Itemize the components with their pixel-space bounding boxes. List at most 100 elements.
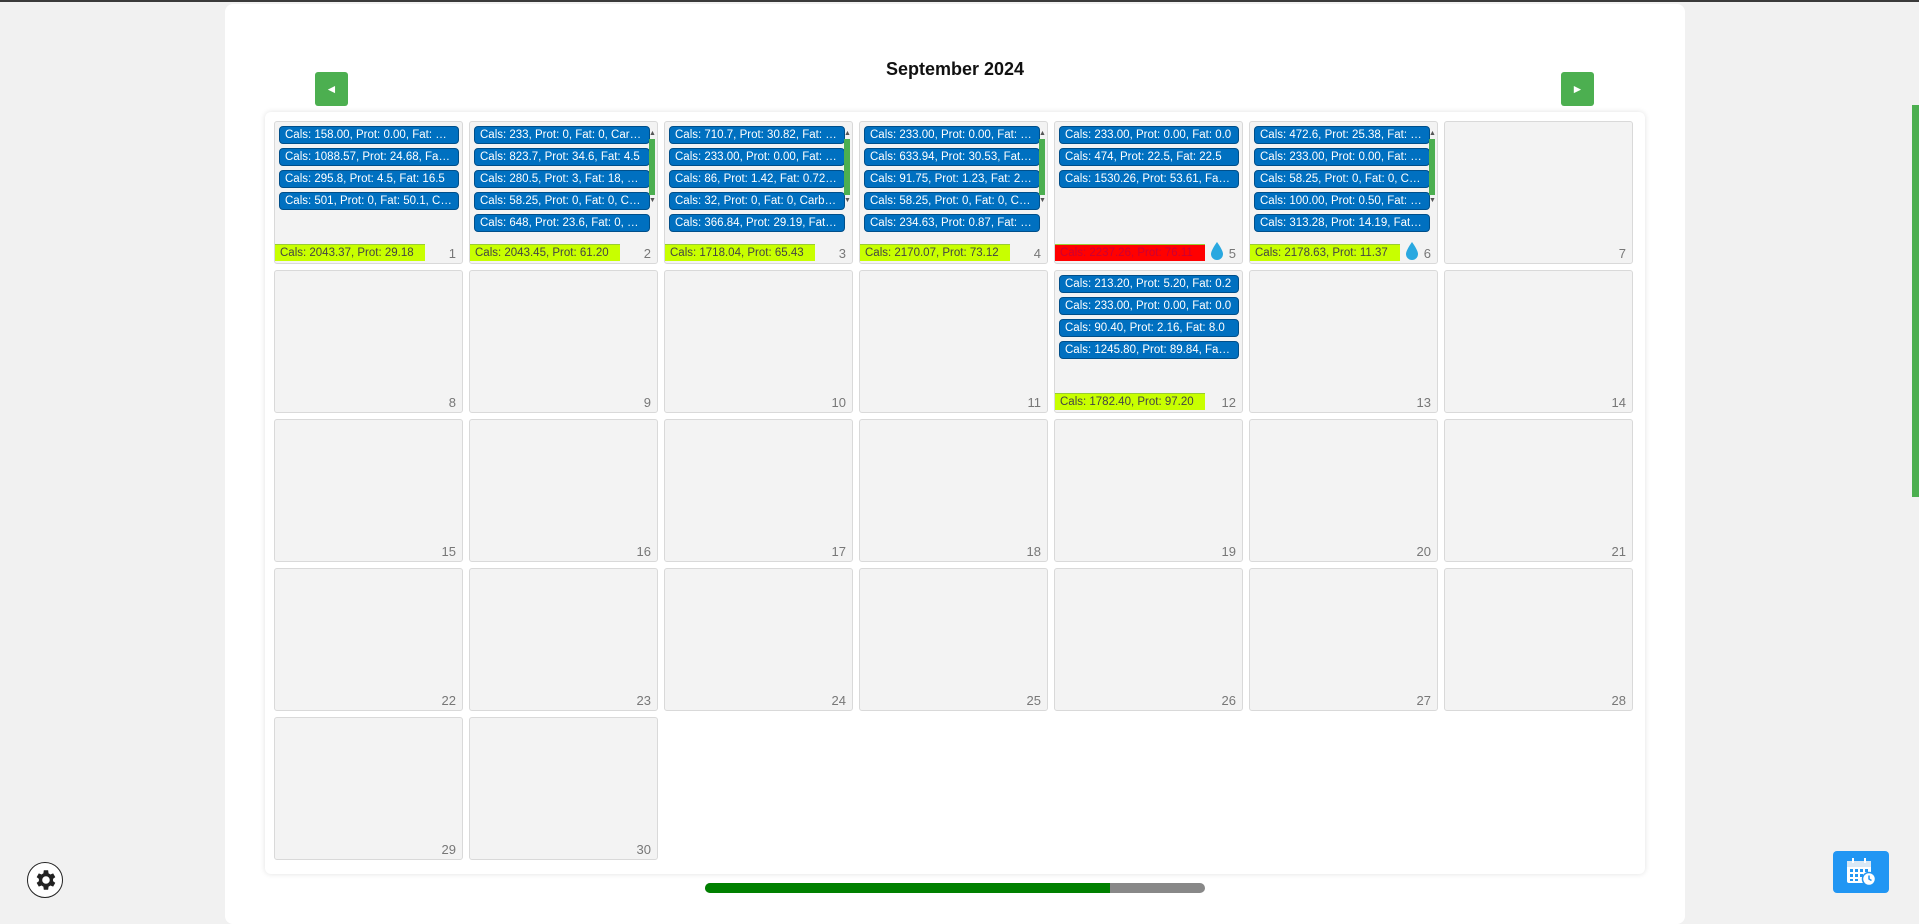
daily-total-bar[interactable]: Cals: 2170.07, Prot: 73.12 bbox=[860, 244, 1010, 261]
scroll-thumb[interactable] bbox=[1429, 139, 1435, 195]
meal-list-scrollbar[interactable]: ▲ ▼ bbox=[844, 130, 851, 208]
calendar-button[interactable] bbox=[1833, 851, 1889, 893]
meal-entry[interactable]: Cals: 233, Prot: 0, Fat: 0, Carbs: 0 bbox=[474, 126, 650, 144]
day-cell[interactable]: 7 bbox=[1444, 121, 1633, 264]
meal-entry[interactable]: Cals: 233.00, Prot: 0.00, Fat: 0.0 bbox=[669, 148, 845, 166]
day-cell[interactable]: 9 bbox=[469, 270, 658, 413]
meal-entry[interactable]: Cals: 91.75, Prot: 1.23, Fat: 2.36 bbox=[864, 170, 1040, 188]
day-number: 21 bbox=[1611, 544, 1626, 559]
day-number: 2 bbox=[643, 246, 651, 261]
meal-entry[interactable]: Cals: 280.5, Prot: 3, Fat: 18, Carb bbox=[474, 170, 650, 188]
scroll-thumb[interactable] bbox=[844, 139, 850, 195]
next-month-button[interactable]: ► bbox=[1561, 72, 1594, 106]
meal-entry[interactable]: Cals: 233.00, Prot: 0.00, Fat: 0.0 bbox=[1254, 148, 1430, 166]
day-cell[interactable]: 16 bbox=[469, 419, 658, 562]
day-cell[interactable]: 19 bbox=[1054, 419, 1243, 562]
daily-total-bar[interactable]: Cals: 2178.63, Prot: 11.37 bbox=[1250, 244, 1400, 261]
day-cell[interactable]: 24 bbox=[664, 568, 853, 711]
water-drop-icon[interactable] bbox=[1210, 242, 1224, 260]
scroll-up-arrow[interactable]: ▲ bbox=[1039, 130, 1046, 137]
day-cell[interactable]: Cals: 233.00, Prot: 0.00, Fat: 0.0 Cals: … bbox=[1054, 121, 1243, 264]
day-cell[interactable]: Cals: 710.7, Prot: 30.82, Fat: 0.2 Cals: … bbox=[664, 121, 853, 264]
meal-entry[interactable]: Cals: 58.25, Prot: 0, Fat: 0, Carbs bbox=[1254, 170, 1430, 188]
day-cell[interactable]: 22 bbox=[274, 568, 463, 711]
meal-entry[interactable]: Cals: 710.7, Prot: 30.82, Fat: 0.2 bbox=[669, 126, 845, 144]
calendar-clock-icon bbox=[1847, 858, 1877, 887]
day-cell[interactable]: 30 bbox=[469, 717, 658, 860]
day-cell[interactable]: 11 bbox=[859, 270, 1048, 413]
scroll-down-arrow[interactable]: ▼ bbox=[1039, 197, 1046, 204]
meal-entry[interactable]: Cals: 366.84, Prot: 29.19, Fat: 0.1 bbox=[669, 214, 845, 232]
daily-total-bar[interactable]: Cals: 1782.40, Prot: 97.20 bbox=[1055, 393, 1205, 410]
day-cell[interactable]: 26 bbox=[1054, 568, 1243, 711]
meal-entry[interactable]: Cals: 295.8, Prot: 4.5, Fat: 16.5 bbox=[279, 170, 459, 188]
meal-entry[interactable]: Cals: 86, Prot: 1.42, Fat: 0.72, Ca bbox=[669, 170, 845, 188]
daily-total-bar[interactable]: Cals: 1718.04, Prot: 65.43 bbox=[665, 244, 815, 261]
page-scrollbar-thumb[interactable] bbox=[1912, 105, 1919, 497]
scroll-thumb[interactable] bbox=[649, 139, 655, 195]
day-cell[interactable]: 17 bbox=[664, 419, 853, 562]
day-cell[interactable]: Cals: 213.20, Prot: 5.20, Fat: 0.2 Cals: … bbox=[1054, 270, 1243, 413]
day-cell[interactable]: 25 bbox=[859, 568, 1048, 711]
meal-entry[interactable]: Cals: 313.28, Prot: 14.19, Fat: 0.2 bbox=[1254, 214, 1430, 232]
scroll-up-arrow[interactable]: ▲ bbox=[649, 130, 656, 137]
meal-entry[interactable]: Cals: 32, Prot: 0, Fat: 0, Carbs: 8 bbox=[669, 192, 845, 210]
meal-entry[interactable]: Cals: 633.94, Prot: 30.53, Fat: 1.2 bbox=[864, 148, 1040, 166]
gear-icon bbox=[36, 870, 56, 890]
meal-entry[interactable]: Cals: 158.00, Prot: 0.00, Fat: 0.00 bbox=[279, 126, 459, 144]
meal-entry[interactable]: Cals: 1088.57, Prot: 24.68, Fat: 0 bbox=[279, 148, 459, 166]
scroll-down-arrow[interactable]: ▼ bbox=[844, 197, 851, 204]
daily-total-bar[interactable]: Cals: 2237.26, Prot: 76.11 bbox=[1055, 244, 1205, 261]
meal-entry[interactable]: Cals: 648, Prot: 23.6, Fat: 0, Carbs bbox=[474, 214, 650, 232]
day-cell[interactable]: Cals: 472.6, Prot: 25.38, Fat: 0.6 Cals: … bbox=[1249, 121, 1438, 264]
day-number: 3 bbox=[838, 246, 846, 261]
scroll-down-arrow[interactable]: ▼ bbox=[649, 197, 656, 204]
day-cell[interactable]: Cals: 233.00, Prot: 0.00, Fat: 0.0 Cals: … bbox=[859, 121, 1048, 264]
day-cell[interactable]: Cals: 233, Prot: 0, Fat: 0, Carbs: 0 Cals… bbox=[469, 121, 658, 264]
day-cell[interactable]: 13 bbox=[1249, 270, 1438, 413]
day-cell[interactable]: 27 bbox=[1249, 568, 1438, 711]
meal-entry[interactable]: Cals: 90.40, Prot: 2.16, Fat: 8.0 bbox=[1059, 319, 1239, 337]
day-cell[interactable]: 28 bbox=[1444, 568, 1633, 711]
daily-total-bar[interactable]: Cals: 2043.37, Prot: 29.18 bbox=[275, 244, 425, 261]
meal-entry[interactable]: Cals: 234.63, Prot: 0.87, Fat: 0.04 bbox=[864, 214, 1040, 232]
day-cell[interactable]: Cals: 158.00, Prot: 0.00, Fat: 0.00 Cals:… bbox=[274, 121, 463, 264]
meal-entry[interactable]: Cals: 1245.80, Prot: 89.84, Fat: 0 bbox=[1059, 341, 1239, 359]
day-cell[interactable]: 20 bbox=[1249, 419, 1438, 562]
meal-entry[interactable]: Cals: 233.00, Prot: 0.00, Fat: 0.0 bbox=[864, 126, 1040, 144]
meal-entry[interactable]: Cals: 233.00, Prot: 0.00, Fat: 0.0 bbox=[1059, 297, 1239, 315]
day-number: 4 bbox=[1033, 246, 1041, 261]
water-drop-icon[interactable] bbox=[1405, 242, 1419, 260]
prev-month-button[interactable]: ◄ bbox=[315, 72, 348, 106]
scroll-down-arrow[interactable]: ▼ bbox=[1429, 197, 1436, 204]
meal-entry[interactable]: Cals: 58.25, Prot: 0, Fat: 0, Carbs bbox=[474, 192, 650, 210]
meal-list-scrollbar[interactable]: ▲ ▼ bbox=[1039, 130, 1046, 208]
day-cell[interactable]: 8 bbox=[274, 270, 463, 413]
meal-list-scrollbar[interactable]: ▲ ▼ bbox=[649, 130, 656, 208]
scroll-up-arrow[interactable]: ▲ bbox=[1429, 130, 1436, 137]
day-cell[interactable]: 29 bbox=[274, 717, 463, 860]
daily-total-bar[interactable]: Cals: 2043.45, Prot: 61.20 bbox=[470, 244, 620, 261]
settings-button[interactable] bbox=[27, 862, 63, 898]
scroll-thumb[interactable] bbox=[1039, 139, 1045, 195]
day-cell[interactable]: 18 bbox=[859, 419, 1048, 562]
meal-list: Cals: 233.00, Prot: 0.00, Fat: 0.0 Cals: … bbox=[864, 126, 1040, 236]
meal-entry[interactable]: Cals: 474, Prot: 22.5, Fat: 22.5 bbox=[1059, 148, 1239, 166]
day-cell[interactable]: 21 bbox=[1444, 419, 1633, 562]
meal-entry[interactable]: Cals: 213.20, Prot: 5.20, Fat: 0.2 bbox=[1059, 275, 1239, 293]
meal-entry[interactable]: Cals: 472.6, Prot: 25.38, Fat: 0.6 bbox=[1254, 126, 1430, 144]
progress-bar bbox=[705, 883, 1205, 893]
meal-entry[interactable]: Cals: 233.00, Prot: 0.00, Fat: 0.0 bbox=[1059, 126, 1239, 144]
meal-entry[interactable]: Cals: 501, Prot: 0, Fat: 50.1, Carb bbox=[279, 192, 459, 210]
meal-list: Cals: 213.20, Prot: 5.20, Fat: 0.2 Cals: … bbox=[1059, 275, 1239, 363]
scroll-up-arrow[interactable]: ▲ bbox=[844, 130, 851, 137]
day-cell[interactable]: 15 bbox=[274, 419, 463, 562]
meal-entry[interactable]: Cals: 100.00, Prot: 0.50, Fat: 0.0 bbox=[1254, 192, 1430, 210]
meal-entry[interactable]: Cals: 823.7, Prot: 34.6, Fat: 4.5 bbox=[474, 148, 650, 166]
meal-entry[interactable]: Cals: 1530.26, Prot: 53.61, Fat: 9 bbox=[1059, 170, 1239, 188]
meal-entry[interactable]: Cals: 58.25, Prot: 0, Fat: 0, Carbs bbox=[864, 192, 1040, 210]
day-cell[interactable]: 14 bbox=[1444, 270, 1633, 413]
day-cell[interactable]: 10 bbox=[664, 270, 853, 413]
day-cell[interactable]: 23 bbox=[469, 568, 658, 711]
meal-list-scrollbar[interactable]: ▲ ▼ bbox=[1429, 130, 1436, 208]
